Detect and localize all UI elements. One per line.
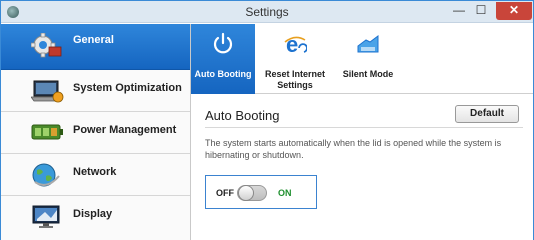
- minimize-button[interactable]: —: [448, 2, 470, 20]
- sidebar-item-label: System Optimization: [73, 82, 182, 94]
- power-icon: [211, 32, 235, 56]
- maximize-button[interactable]: ☐: [470, 2, 492, 20]
- tab-label: Silent Mode: [342, 69, 394, 79]
- sidebar-item-display[interactable]: Display: [1, 196, 190, 240]
- settings-window: Settings — ☐ ✕ General System Optimizati…: [0, 0, 534, 240]
- close-button[interactable]: ✕: [496, 2, 532, 20]
- toggle-knob[interactable]: [238, 185, 254, 201]
- content-panel: Auto Booting Default The system starts a…: [191, 95, 533, 240]
- tab-label: Auto Booting: [194, 69, 252, 79]
- gear-icon: [30, 32, 65, 59]
- tab-auto-booting[interactable]: Auto Booting: [191, 24, 255, 94]
- sidebar: General System Optimization Power Manage…: [1, 24, 191, 240]
- internet-explorer-icon: e: [283, 32, 308, 57]
- monitor-icon: [31, 204, 65, 230]
- section-description: The system starts automatically when the…: [205, 138, 502, 160]
- toggle-on-label: ON: [278, 188, 292, 198]
- section-divider: [205, 127, 523, 128]
- sidebar-item-system-optimization[interactable]: System Optimization: [1, 70, 190, 112]
- sidebar-item-label: General: [73, 34, 114, 46]
- sidebar-item-network[interactable]: Network: [1, 154, 190, 196]
- battery-icon: [31, 120, 65, 146]
- laptop-icon: [30, 79, 65, 105]
- default-button[interactable]: Default: [455, 105, 519, 123]
- globe-icon: [31, 162, 65, 188]
- tab-silent-mode[interactable]: Silent Mode: [335, 24, 401, 94]
- sidebar-item-label: Display: [73, 208, 113, 220]
- auto-booting-toggle[interactable]: [237, 185, 267, 201]
- sidebar-item-label: Network: [73, 166, 117, 178]
- toggle-off-label: OFF: [216, 188, 234, 198]
- auto-booting-toggle-group: OFF ON: [205, 175, 317, 209]
- tab-bar: Auto Booting e Reset Internet Settings S…: [191, 24, 533, 94]
- tab-label: Reset Internet Settings: [264, 69, 326, 90]
- title-bar: Settings — ☐ ✕: [1, 1, 533, 23]
- svg-text:e: e: [286, 32, 298, 56]
- sidebar-item-label: Power Management: [73, 124, 177, 136]
- sidebar-item-power-management[interactable]: Power Management: [1, 112, 190, 154]
- tab-reset-internet-settings[interactable]: e Reset Internet Settings: [257, 24, 333, 94]
- sidebar-item-general[interactable]: General: [1, 24, 190, 70]
- section-title: Auto Booting: [205, 108, 280, 123]
- silent-mode-icon: [356, 32, 380, 56]
